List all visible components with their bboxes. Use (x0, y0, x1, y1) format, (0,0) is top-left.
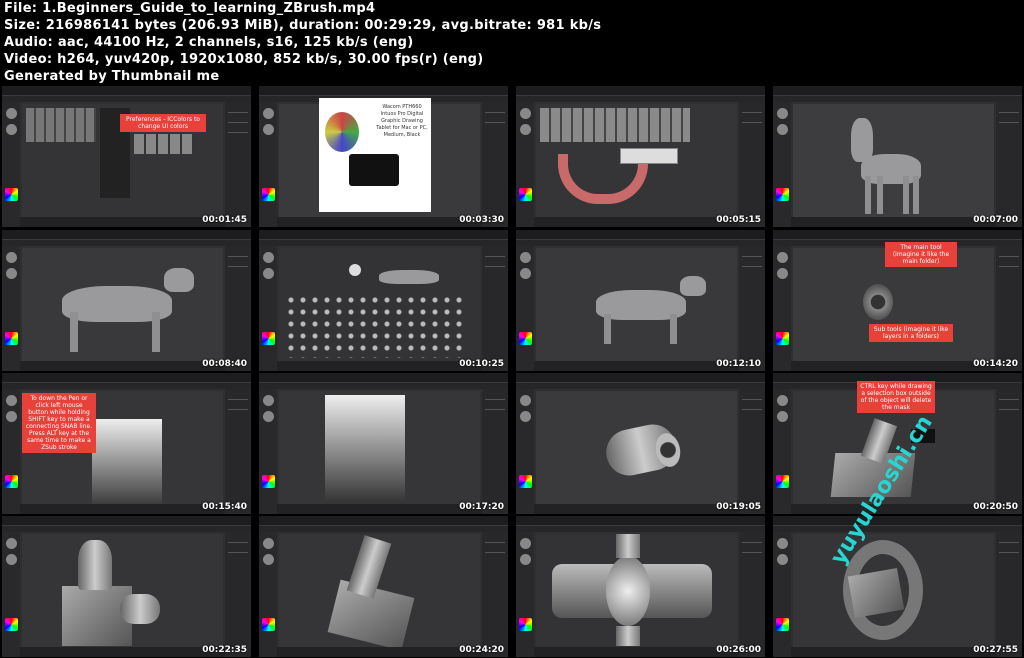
thumbnail-7[interactable]: 00:12:10 (516, 230, 765, 371)
timestamp: 00:27:55 (973, 645, 1018, 655)
thumbnail-grid: Preferences - ICColors to change UI colo… (2, 86, 1022, 657)
annotation-note: The main tool (imagine it like the main … (885, 242, 957, 267)
generator: Generated by Thumbnail me (4, 69, 220, 84)
thumbnail-8[interactable]: The main tool (imagine it like the main … (773, 230, 1022, 371)
timestamp: 00:15:40 (202, 502, 247, 512)
timestamp: 00:01:45 (202, 215, 247, 225)
timestamp: 00:24:20 (459, 645, 504, 655)
thumbnail-10[interactable]: 00:17:20 (259, 373, 508, 514)
timestamp: 00:05:15 (716, 215, 761, 225)
file-info: File: 1.Beginners_Guide_to_learning_ZBru… (4, 0, 1020, 85)
timestamp: 00:10:25 (459, 359, 504, 369)
thumbnail-3[interactable]: 00:05:15 (516, 86, 765, 227)
annotation-note: CTRL key while drawing a selection box o… (857, 381, 935, 413)
timestamp: 00:12:10 (716, 359, 761, 369)
timestamp: 00:03:30 (459, 215, 504, 225)
annotation-note: Preferences - ICColors to change UI colo… (120, 114, 206, 132)
timestamp: 00:08:40 (202, 359, 247, 369)
product-caption: Wacom PTH660 Intuos Pro Digital Graphic … (376, 104, 428, 138)
thumbnail-11[interactable]: 00:19:05 (516, 373, 765, 514)
thumbnail-5[interactable]: 00:08:40 (2, 230, 251, 371)
thumbnail-13[interactable]: 00:22:35 (2, 516, 251, 657)
thumbnail-6[interactable]: 00:10:25 (259, 230, 508, 371)
timestamp: 00:22:35 (202, 645, 247, 655)
thumbnail-1[interactable]: Preferences - ICColors to change UI colo… (2, 86, 251, 227)
thumbnail-2[interactable]: Wacom PTH660 Intuos Pro Digital Graphic … (259, 86, 508, 227)
audio-info: Audio: aac, 44100 Hz, 2 channels, s16, 1… (4, 35, 414, 50)
timestamp: 00:17:20 (459, 502, 504, 512)
timestamp: 00:14:20 (973, 359, 1018, 369)
thumbnail-15[interactable]: 00:26:00 (516, 516, 765, 657)
thumbnail-16[interactable]: 00:27:55 (773, 516, 1022, 657)
file-name: File: 1.Beginners_Guide_to_learning_ZBru… (4, 1, 376, 16)
timestamp: 00:07:00 (973, 215, 1018, 225)
timestamp: 00:20:50 (973, 502, 1018, 512)
file-size: Size: 216986141 bytes (206.93 MiB), dura… (4, 18, 602, 33)
thumbnail-14[interactable]: 00:24:20 (259, 516, 508, 657)
video-info: Video: h264, yuv420p, 1920x1080, 852 kb/… (4, 52, 484, 67)
thumbnail-4[interactable]: 00:07:00 (773, 86, 1022, 227)
timestamp: 00:26:00 (716, 645, 761, 655)
thumbnail-9[interactable]: To down the Pen or click left mouse butt… (2, 373, 251, 514)
annotation-note-2: Sub tools (imagine it like layers in a f… (869, 324, 953, 342)
timestamp: 00:19:05 (716, 502, 761, 512)
annotation-note: To down the Pen or click left mouse butt… (22, 393, 96, 453)
